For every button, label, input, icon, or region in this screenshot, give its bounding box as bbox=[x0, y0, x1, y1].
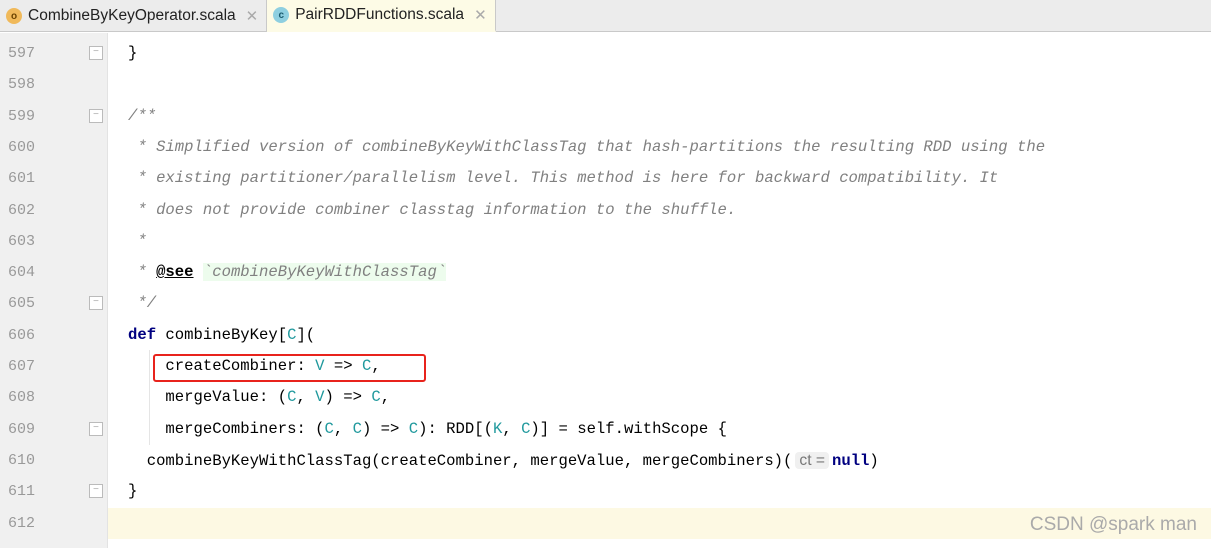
code-text: * does not provide combiner classtag inf… bbox=[128, 195, 736, 226]
indent-guide bbox=[149, 350, 150, 445]
code-line: 604 * @see `combineByKeyWithClassTag` bbox=[0, 257, 1211, 288]
token-cm: /** bbox=[128, 106, 157, 125]
close-icon[interactable]: ✕ bbox=[246, 7, 259, 25]
scala-object-icon: o bbox=[6, 8, 22, 24]
code-line: 600 * Simplified version of combineByKey… bbox=[0, 132, 1211, 163]
tab-pair-rdd-functions[interactable]: c PairRDDFunctions.scala ✕ bbox=[267, 0, 496, 32]
token-cm: * does not provide combiner classtag inf… bbox=[128, 200, 737, 219]
code-text: } bbox=[128, 476, 137, 507]
line-number: 604 bbox=[8, 264, 36, 282]
code-line: 603 * bbox=[0, 226, 1211, 257]
token-pl: combineByKey[ bbox=[156, 325, 288, 344]
tab-label: PairRDDFunctions.scala bbox=[295, 6, 465, 23]
line-number: 606 bbox=[8, 326, 36, 344]
token-pl: , bbox=[296, 388, 316, 407]
token-pl: ) bbox=[869, 451, 879, 470]
line-number: 611 bbox=[8, 483, 36, 501]
token-ty: V bbox=[315, 388, 325, 407]
code-line: 599 − /** bbox=[0, 101, 1211, 132]
code-text: mergeCombiners: (C, C) => C): RDD[(K, C)… bbox=[128, 414, 727, 445]
token-pl: ) => bbox=[361, 419, 409, 438]
token-pl: )] = self.withScope { bbox=[530, 419, 727, 438]
code-line: 605 − */ bbox=[0, 288, 1211, 319]
fold-start-icon[interactable]: − bbox=[89, 421, 103, 436]
code-line: 609− mergeCombiners: (C, C) => C): RDD[(… bbox=[0, 414, 1211, 445]
token-pl: combineByKeyWithClassTag(createCombiner,… bbox=[128, 451, 793, 470]
line-number: 609 bbox=[8, 420, 36, 438]
token-pl: ]( bbox=[296, 325, 316, 344]
token-pl: , bbox=[502, 419, 522, 438]
highlight-box bbox=[153, 354, 426, 382]
token-pl: } bbox=[128, 482, 138, 501]
token-pl: , bbox=[380, 388, 391, 407]
token-ty: C bbox=[324, 419, 334, 438]
line-number: 597 bbox=[8, 45, 36, 62]
code-text: combineByKeyWithClassTag(createCombiner,… bbox=[128, 445, 879, 477]
token-pl: ) => bbox=[324, 388, 372, 407]
token-cm: * Simplified version of combineByKeyWith… bbox=[128, 137, 1046, 156]
token-ty: C bbox=[352, 419, 362, 438]
code-line: 606 def combineByKey[C]( bbox=[0, 320, 1211, 351]
code-text: def combineByKey[C]( bbox=[128, 320, 315, 351]
code-line: 608 mergeValue: (C, V) => C, bbox=[0, 382, 1211, 413]
tab-combine-by-key-operator[interactable]: o CombineByKeyOperator.scala ✕ bbox=[0, 0, 268, 32]
line-number: 607 bbox=[8, 358, 36, 375]
token-kw: def bbox=[128, 325, 157, 344]
line-number: 600 bbox=[8, 138, 36, 156]
token-pl: ): RDD[( bbox=[418, 419, 493, 438]
editor-tabs: o CombineByKeyOperator.scala ✕ c PairRDDFunc… bbox=[0, 0, 1211, 32]
token-pl: mergeValue: ( bbox=[128, 388, 288, 407]
token-cm: * bbox=[128, 231, 147, 250]
line-number: 605 bbox=[8, 295, 36, 313]
token-cm bbox=[194, 263, 203, 281]
code-line: 611 −} bbox=[0, 476, 1211, 507]
token-ty: C bbox=[408, 419, 419, 438]
code-text: mergeValue: (C, V) => C, bbox=[128, 382, 390, 413]
code-line: 601 * existing partitioner/parallelism l… bbox=[0, 163, 1211, 194]
fold-end-icon[interactable]: − bbox=[89, 296, 103, 311]
code-text: */ bbox=[128, 288, 156, 319]
code-text: * bbox=[128, 226, 147, 257]
token-ty: K bbox=[492, 419, 503, 438]
fold-start-icon[interactable]: − bbox=[89, 108, 103, 123]
code-text: /** bbox=[128, 101, 156, 132]
line-number: 601 bbox=[8, 170, 36, 188]
line-number: 612 bbox=[8, 514, 36, 532]
code-text: * Simplified version of combineByKeyWith… bbox=[128, 132, 1045, 163]
line-number: 599 bbox=[8, 107, 36, 125]
token-ty: C bbox=[371, 388, 381, 407]
tab-label: CombineByKeyOperator.scala bbox=[28, 7, 236, 24]
token-hint: ct = bbox=[795, 451, 829, 469]
token-pl: , bbox=[333, 419, 353, 438]
line-number: 598 bbox=[8, 76, 36, 94]
code-line: 610 combineByKeyWithClassTag(createCombi… bbox=[0, 445, 1211, 476]
fold-end-icon[interactable]: − bbox=[89, 484, 103, 499]
scala-class-icon: c bbox=[273, 7, 290, 23]
code-text: * existing partitioner/parallelism level… bbox=[128, 163, 998, 194]
code-line: 602 * does not provide combiner classtag… bbox=[0, 195, 1211, 226]
code-text: } bbox=[128, 38, 137, 69]
code-line: 598 bbox=[0, 69, 1211, 100]
token-cm: */ bbox=[128, 294, 157, 313]
line-number: 602 bbox=[8, 201, 36, 219]
token-cm: * bbox=[128, 263, 157, 282]
line-number: 603 bbox=[8, 232, 36, 250]
token-cm: * existing partitioner/parallelism level… bbox=[128, 169, 999, 188]
fold-end-icon[interactable]: − bbox=[89, 46, 103, 60]
token-kw: null bbox=[831, 451, 870, 470]
close-icon[interactable]: ✕ bbox=[474, 6, 487, 24]
watermark: CSDN @spark man bbox=[1029, 514, 1197, 535]
token-pl: mergeCombiners: ( bbox=[128, 419, 325, 438]
token-pl: } bbox=[128, 44, 138, 62]
code-text: * @see `combineByKeyWithClassTag` bbox=[128, 257, 447, 288]
line-number: 608 bbox=[8, 389, 36, 407]
token-tag: @see bbox=[156, 263, 194, 282]
token-ref: `combineByKeyWithClassTag` bbox=[202, 263, 447, 282]
code-line: 597 −} bbox=[0, 38, 1211, 69]
line-number: 610 bbox=[8, 451, 36, 469]
